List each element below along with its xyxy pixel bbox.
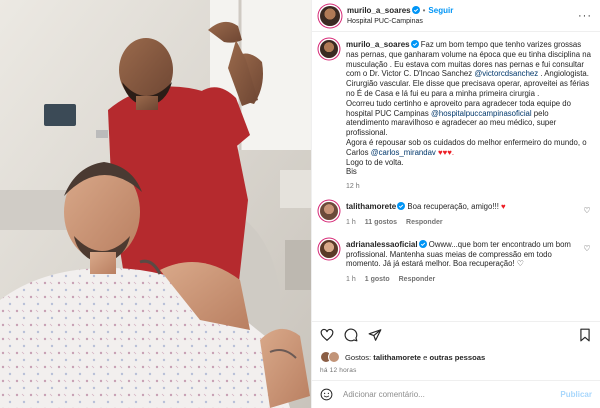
liker-avatar: [328, 351, 340, 363]
comment-composer: Publicar: [312, 380, 600, 408]
comment-likes[interactable]: 1 gosto: [365, 276, 390, 283]
emoji-icon[interactable]: [320, 388, 333, 401]
reply-button[interactable]: Responder: [406, 219, 443, 226]
location-link[interactable]: Hospital PUC-Campinas: [347, 16, 578, 27]
post-side-panel: murilo_a_soares • Seguir Hospital PUC-Camp…: [311, 0, 600, 408]
commenter-username[interactable]: talithamorete: [346, 202, 396, 211]
post-actions: [312, 321, 600, 347]
instagram-post-view: murilo_a_soares • Seguir Hospital PUC-Camp…: [0, 0, 600, 408]
mention-link[interactable]: @victorcdsanchez: [474, 69, 538, 78]
caption-block: murilo_a_soares Faz um bom tempo que ten…: [320, 40, 592, 190]
post-comment-button[interactable]: Publicar: [560, 390, 592, 399]
reply-button[interactable]: Responder: [399, 276, 436, 283]
follow-button[interactable]: Seguir: [428, 6, 453, 15]
comment-row: talithamorete Boa recuperação, amigo!!! …: [320, 202, 592, 228]
like-heart-icon[interactable]: [320, 328, 334, 342]
more-horizontal-icon[interactable]: ···: [578, 10, 592, 22]
commenter-avatar[interactable]: [320, 239, 338, 258]
bookmark-icon[interactable]: [578, 328, 592, 342]
heart-emoji: ♥: [501, 202, 506, 212]
heart-outline-icon[interactable]: ♡: [582, 206, 592, 215]
verified-badge-icon: [397, 202, 406, 211]
commenter-avatar[interactable]: [320, 202, 338, 221]
verified-badge-icon: [410, 40, 419, 48]
caption-avatar[interactable]: [320, 40, 338, 58]
caption-username[interactable]: murilo_a_soares: [346, 40, 410, 49]
comment-time: 1 h: [346, 218, 356, 226]
comments-area[interactable]: murilo_a_soares Faz um bom tempo que ten…: [312, 32, 600, 321]
share-send-icon[interactable]: [368, 328, 382, 342]
heart-emoji: ♥♥♥.: [438, 147, 455, 157]
comment-text: Boa recuperação, amigo!!!: [407, 202, 499, 212]
author-username[interactable]: murilo_a_soares: [347, 6, 411, 15]
comment-time: 1 h: [346, 276, 356, 284]
author-avatar[interactable]: [320, 5, 340, 26]
post-age: há 12 horas: [320, 367, 357, 374]
commenter-username[interactable]: adrianalessaoficial: [346, 240, 418, 249]
verified-badge-icon: [411, 5, 420, 14]
mention-link[interactable]: @hospitalpuccampinasoficial: [431, 109, 532, 118]
emoji-group: ♡: [516, 259, 524, 269]
hospital-selfie-image: [0, 0, 311, 408]
comment-row: adrianalessaoficial Owww...que bom ter e…: [320, 239, 592, 285]
comment-input[interactable]: [343, 390, 561, 399]
other-likers-link[interactable]: outras pessoas: [429, 353, 485, 362]
post-photo[interactable]: [0, 0, 311, 408]
likes-summary[interactable]: Gostos: talithamorete e outras pessoas: [312, 347, 600, 367]
comment-likes[interactable]: 11 gostos: [365, 219, 397, 226]
heart-outline-icon[interactable]: ♡: [582, 244, 592, 253]
mention-link[interactable]: @carlos_mirandav: [371, 148, 436, 157]
post-header: murilo_a_soares • Seguir Hospital PUC-Camp…: [312, 0, 600, 32]
header-separator: •: [422, 5, 426, 15]
liker-username[interactable]: talithamorete: [373, 353, 421, 362]
comment-bubble-icon[interactable]: [344, 328, 358, 342]
caption-time: 12 h: [346, 183, 360, 191]
verified-badge-icon: [418, 239, 427, 248]
caption-text: murilo_a_soares Faz um bom tempo que ten…: [346, 40, 591, 177]
